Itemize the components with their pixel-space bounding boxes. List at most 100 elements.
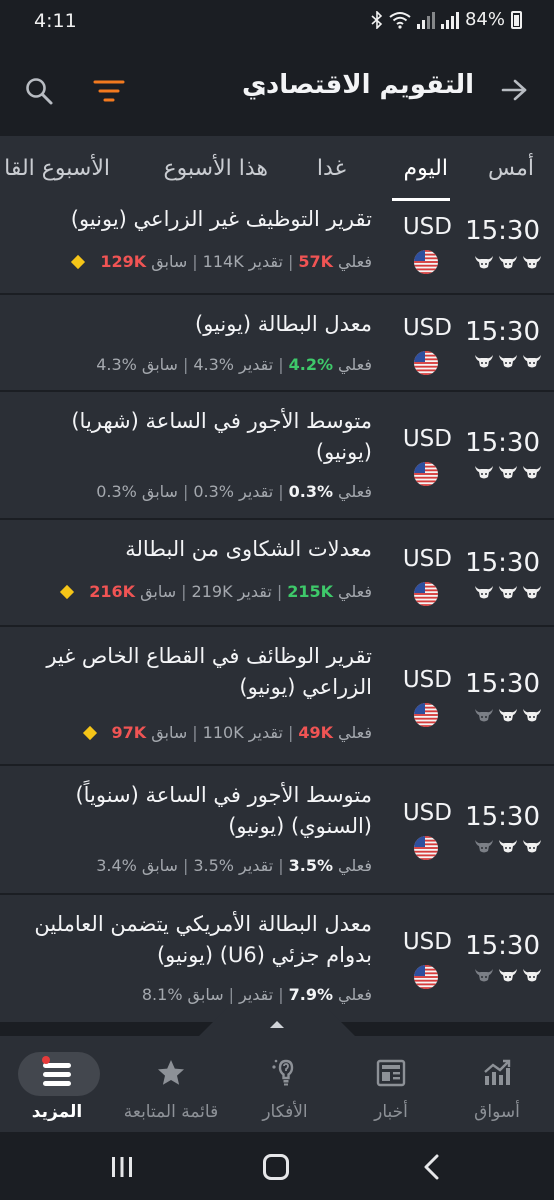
event-currency: USD (402, 426, 452, 452)
importance-bull-icon (475, 586, 493, 599)
search-icon[interactable] (24, 76, 54, 106)
star-icon (158, 1060, 184, 1085)
newspaper-icon (376, 1059, 406, 1087)
previous-value: 8.1% (141, 985, 183, 1004)
event-values: فعلي 57K | تقدير 114K | سابق 129K (71, 252, 372, 271)
forecast-value: 114K (202, 252, 244, 271)
us-flag-icon (414, 836, 438, 860)
separator: | (278, 856, 284, 875)
status-time: 4:11 (34, 10, 77, 32)
event-row[interactable]: 15:30 USD تقرير الوظائف في القطاع الخاص غي… (0, 627, 554, 765)
importance-indicator (474, 838, 542, 854)
previous-label: سابق (151, 723, 188, 742)
filter-icon[interactable] (92, 76, 126, 106)
importance-bull-icon (499, 969, 517, 982)
importance-bull-icon (523, 840, 541, 853)
importance-bull-icon (523, 586, 541, 599)
event-row[interactable]: 15:30 USD معدلات الشكاوى من البطالة فعلي 215… (0, 520, 554, 626)
forecast-value: 219K (191, 582, 233, 601)
event-row[interactable]: 15:30 USD معدل البطالة (يونيو) فعلي 4.2% | تقد… (0, 295, 554, 391)
nav-label-watchlist: قائمة المتابعة (123, 1102, 219, 1122)
forecast-label: تقدير (248, 252, 283, 271)
separator: | (182, 856, 189, 875)
event-currency: USD (402, 929, 452, 955)
importance-bull-icon (523, 709, 541, 722)
bluetooth-icon (371, 10, 383, 29)
separator: | (182, 482, 189, 501)
forecast-label: تقدير (248, 723, 283, 742)
importance-bull-icon (475, 355, 493, 368)
event-row[interactable]: 15:30 USD تقرير التوظيف غير الزراعي (يونيو… (0, 204, 554, 294)
separator: | (192, 723, 198, 742)
importance-bull-icon (499, 709, 517, 722)
us-flag-icon (414, 582, 438, 606)
importance-indicator (474, 584, 542, 600)
separator: | (287, 252, 294, 271)
separator: | (287, 723, 294, 742)
event-title: متوسط الأجور في الساعة (شهريا) (يونيو) (71, 409, 372, 464)
actual-value: 4.2% (288, 355, 333, 374)
separator: | (181, 582, 187, 601)
battery-icon (511, 10, 522, 29)
collapse-handle[interactable] (197, 1006, 357, 1038)
nav-markets[interactable]: أسواق (442, 1036, 552, 1132)
previous-label: سابق (141, 856, 178, 875)
importance-indicator (474, 464, 542, 480)
importance-bull-icon (499, 256, 517, 269)
separator: | (278, 482, 284, 501)
nav-ideas[interactable]: الأفكار (230, 1036, 340, 1132)
separator: | (276, 582, 283, 601)
event-currency: USD (402, 214, 452, 240)
previous-label: سابق (140, 582, 177, 601)
system-navigation-bar (0, 1132, 554, 1200)
battery-percent: 84% (464, 9, 505, 30)
actual-value: 0.3% (288, 482, 333, 501)
back-arrow-icon[interactable] (500, 76, 528, 104)
notification-dot (42, 1056, 50, 1064)
actual-label: فعلي (338, 482, 372, 501)
status-bar: 4:11 84% (0, 0, 554, 44)
tab-next-week[interactable]: الأسبوع القا (4, 156, 110, 181)
importance-bull-icon (523, 256, 541, 269)
importance-bull-icon (499, 586, 517, 599)
event-title: معدل البطالة (يونيو) (195, 312, 372, 336)
signal-icon (416, 11, 435, 29)
system-back-icon[interactable] (420, 1154, 444, 1180)
tab-this-week[interactable]: هذا الأسبوع (164, 156, 268, 181)
lightbulb-icon (272, 1059, 294, 1086)
previous-label: سابق (187, 985, 224, 1004)
event-row[interactable]: 15:30 USD متوسط الأجور في الساعة (سنوياً) … (0, 766, 554, 894)
separator: | (228, 985, 234, 1004)
nav-more[interactable]: المزيد (2, 1036, 112, 1132)
event-values: فعلي 49K | تقدير 110K | سابق 97K (82, 723, 372, 742)
previous-label: سابق (151, 252, 188, 271)
actual-label: فعلي (338, 723, 372, 742)
event-time: 15:30 (465, 548, 540, 578)
event-row[interactable]: 15:30 USD متوسط الأجور في الساعة (شهريا) (… (0, 392, 554, 519)
revised-diamond-icon (71, 254, 86, 269)
nav-news[interactable]: أخبار (336, 1036, 446, 1132)
importance-bull-icon (499, 840, 517, 853)
home-button-icon[interactable] (263, 1154, 289, 1180)
recent-apps-icon[interactable] (110, 1156, 134, 1178)
previous-value: 97K (111, 723, 147, 742)
tab-tomorrow[interactable]: غدا (317, 156, 346, 181)
separator: | (182, 355, 189, 374)
importance-bull-icon (499, 355, 517, 368)
tab-today[interactable]: اليوم (404, 156, 448, 181)
importance-bull-icon (475, 256, 493, 269)
nav-label-news: أخبار (374, 1102, 408, 1122)
forecast-label: تقدير (239, 482, 274, 501)
event-values: فعلي 4.2% | تقدير 4.3% | سابق 4.3% (96, 355, 372, 374)
importance-indicator (474, 353, 542, 369)
nav-label-markets: أسواق (474, 1102, 520, 1122)
event-values: فعلي 0.3% | تقدير 0.3% | سابق 0.3% (96, 482, 372, 501)
nav-watchlist[interactable]: قائمة المتابعة (116, 1036, 226, 1132)
tab-yesterday[interactable]: أمس (488, 156, 534, 181)
event-row[interactable]: 15:30 USD معدل البطالة الأمريكي يتضمن العا… (0, 895, 554, 1023)
importance-bull-icon (475, 466, 493, 479)
event-title: معدلات الشكاوى من البطالة (125, 537, 372, 561)
event-title: تقرير الوظائف في القطاع الخاص غير الزراع… (46, 644, 372, 699)
importance-bull-icon (475, 840, 493, 853)
us-flag-icon (414, 351, 438, 375)
